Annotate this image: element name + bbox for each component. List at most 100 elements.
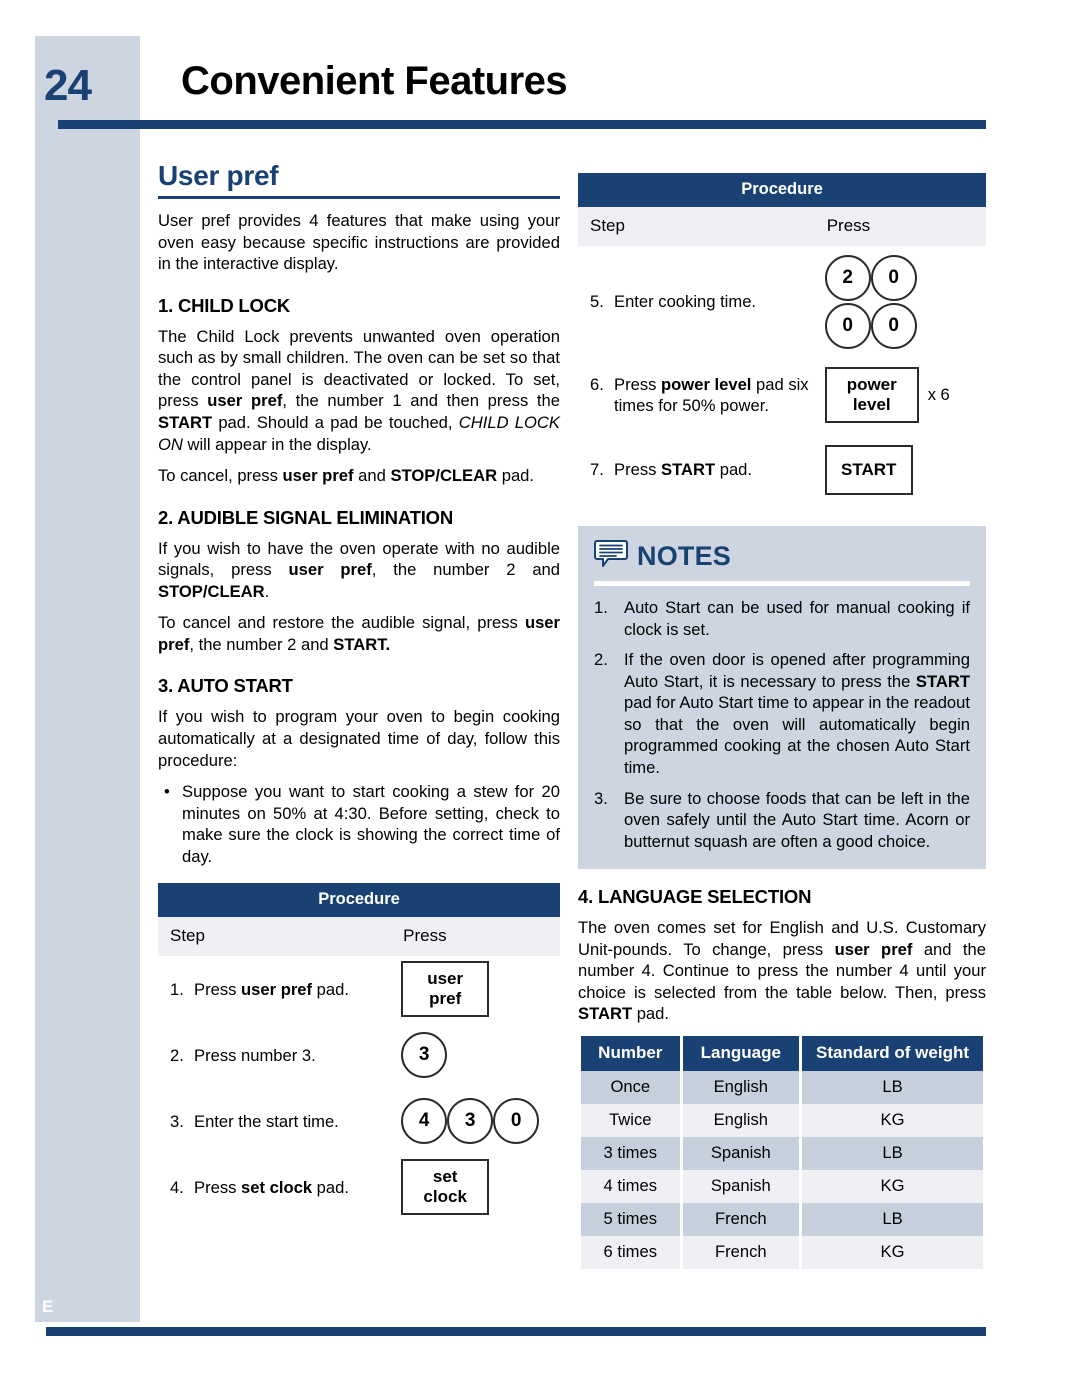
bullet-marker-icon: • <box>164 782 170 802</box>
table-row: Once English LB <box>581 1071 983 1104</box>
left-column: User pref User pref provides 4 features … <box>158 160 560 1220</box>
procedure-table-title: Procedure <box>578 173 986 207</box>
text-bold: user pref <box>207 391 283 411</box>
table-row: 3 times Spanish LB <box>581 1137 983 1170</box>
notes-callout: NOTES 1. Auto Start can be used for manu… <box>578 526 986 870</box>
column-header-standard-of-weight: Standard of weight <box>802 1036 983 1071</box>
pad-button-number[interactable]: 3 <box>447 1098 494 1145</box>
text-run: Press <box>194 1177 242 1197</box>
press-cell: 3 <box>395 1032 560 1079</box>
text-bold: STOP/CLEAR <box>390 466 498 486</box>
text-bold: START <box>578 1004 633 1024</box>
step-number: 3. <box>170 1111 184 1131</box>
note-number: 2. <box>594 650 608 670</box>
text-bold: START <box>158 412 213 432</box>
step-text: Enter the start time. <box>194 1111 339 1131</box>
step-cell: 1. Press user pref pad. <box>158 979 395 1000</box>
column-header-step: Step <box>590 216 625 235</box>
step-text: Press number 3. <box>194 1045 316 1065</box>
press-cell: user pref <box>395 961 560 1018</box>
header-divider <box>58 120 986 129</box>
table-row: 1. Press user pref pad. user pref <box>158 956 560 1022</box>
text-run: Press <box>614 374 662 394</box>
step-text: Press power level pad six times for 50% … <box>614 374 819 416</box>
note-text: If the oven door is opened after program… <box>624 649 970 778</box>
table-row: 2. Press number 3. 3 <box>158 1022 560 1088</box>
text-bold: user pref <box>282 466 354 486</box>
pad-number-group: 3 <box>401 1032 448 1079</box>
table-row: 7. Press START pad. START <box>578 432 986 508</box>
cell-language: Spanish <box>682 1137 800 1170</box>
pad-button-number[interactable]: 4 <box>401 1098 448 1145</box>
pad-button-start[interactable]: START <box>824 444 913 496</box>
subheading-auto-start: 3. AUTO START <box>158 675 293 697</box>
pad-button-number[interactable]: 0 <box>870 255 917 301</box>
cell-number: Twice <box>581 1104 680 1137</box>
manual-page: E 24 Convenient Features User pref User … <box>0 0 1080 1397</box>
audible-paragraph-2: To cancel and restore the audible signal… <box>158 612 560 655</box>
step-text: Press START pad. <box>614 459 752 480</box>
procedure-table-right: Procedure Step Press 5. Enter cooking ti… <box>578 173 986 508</box>
pad-button-power-level[interactable]: power level <box>824 366 919 424</box>
text-run: . <box>264 581 270 601</box>
pad-label-line: pref <box>429 989 462 1009</box>
text-run: Press <box>614 460 662 480</box>
notes-speech-bubble-icon <box>594 539 628 574</box>
cell-number: 6 times <box>581 1236 680 1269</box>
intro-paragraph: User pref provides 4 features that make … <box>158 211 560 274</box>
list-item: 2. If the oven door is opened after prog… <box>594 649 970 778</box>
page-number: 24 <box>44 61 92 110</box>
auto-start-bullet: • Suppose you want to start cooking a st… <box>158 781 560 867</box>
step-number: 2. <box>170 1045 184 1065</box>
pad-button-number[interactable]: 0 <box>870 303 917 349</box>
table-row: 4 times Spanish KG <box>581 1170 983 1203</box>
pad-label-line: user <box>427 969 464 989</box>
press-repeat-count: x 6 <box>927 385 950 404</box>
text-bold: user pref <box>834 939 913 959</box>
page-side-strip <box>35 36 140 1322</box>
footer-divider <box>46 1327 986 1336</box>
text-run: pad. <box>312 1177 349 1197</box>
text-run: pad. <box>632 1004 669 1024</box>
table-row: 6 times French KG <box>581 1236 983 1269</box>
table-row: Twice English KG <box>581 1104 983 1137</box>
pad-button-user-pref[interactable]: user pref <box>401 961 490 1018</box>
cell-number: 5 times <box>581 1203 680 1236</box>
text-run: To cancel and restore the audible signal… <box>158 613 525 633</box>
text-bold: user pref <box>288 560 372 580</box>
pad-label-line: power <box>846 374 897 394</box>
step-text: Press set clock pad. <box>194 1177 349 1198</box>
pad-number-group: 0 0 <box>824 303 917 349</box>
pad-button-number[interactable]: 0 <box>493 1098 540 1145</box>
step-number: 1. <box>170 979 184 999</box>
step-number: 4. <box>170 1177 184 1197</box>
language-paragraph: The oven comes set for English and U.S. … <box>578 917 986 1025</box>
step-number: 6. <box>590 374 604 394</box>
text-bold: user pref <box>241 979 313 999</box>
text-run: and <box>353 466 391 486</box>
pad-button-number[interactable]: 0 <box>824 303 871 349</box>
pad-button-set-clock[interactable]: set clock <box>401 1159 490 1216</box>
cell-language: English <box>682 1071 800 1104</box>
text-bold: START <box>915 671 970 691</box>
text-run: , the number 1 and then press the <box>282 391 561 411</box>
cell-language: French <box>682 1236 800 1269</box>
column-header-press: Press <box>403 926 447 946</box>
procedure-table-title: Procedure <box>158 883 560 918</box>
bullet-text: Suppose you want to start cooking a stew… <box>182 782 560 866</box>
cell-standard: KG <box>802 1236 983 1269</box>
text-run: will appear in the display. <box>182 434 372 454</box>
child-lock-paragraph: The Child Lock prevents unwanted oven op… <box>158 326 560 455</box>
language-table: Number Language Standard of weight Once … <box>578 1036 986 1269</box>
cell-standard: KG <box>802 1170 983 1203</box>
pad-label-line: clock <box>423 1187 467 1207</box>
press-cell: START <box>819 444 986 496</box>
text-bold: set clock <box>241 1177 313 1197</box>
text-run: pad. Should a pad be touched, <box>212 412 459 432</box>
pad-label-line: START <box>841 459 897 479</box>
step-number: 7. <box>590 460 604 480</box>
list-item: 1. Auto Start can be used for manual coo… <box>594 597 970 640</box>
step-cell: 4. Press set clock pad. <box>158 1177 395 1198</box>
pad-button-number[interactable]: 2 <box>824 255 871 301</box>
pad-button-number[interactable]: 3 <box>401 1032 448 1079</box>
